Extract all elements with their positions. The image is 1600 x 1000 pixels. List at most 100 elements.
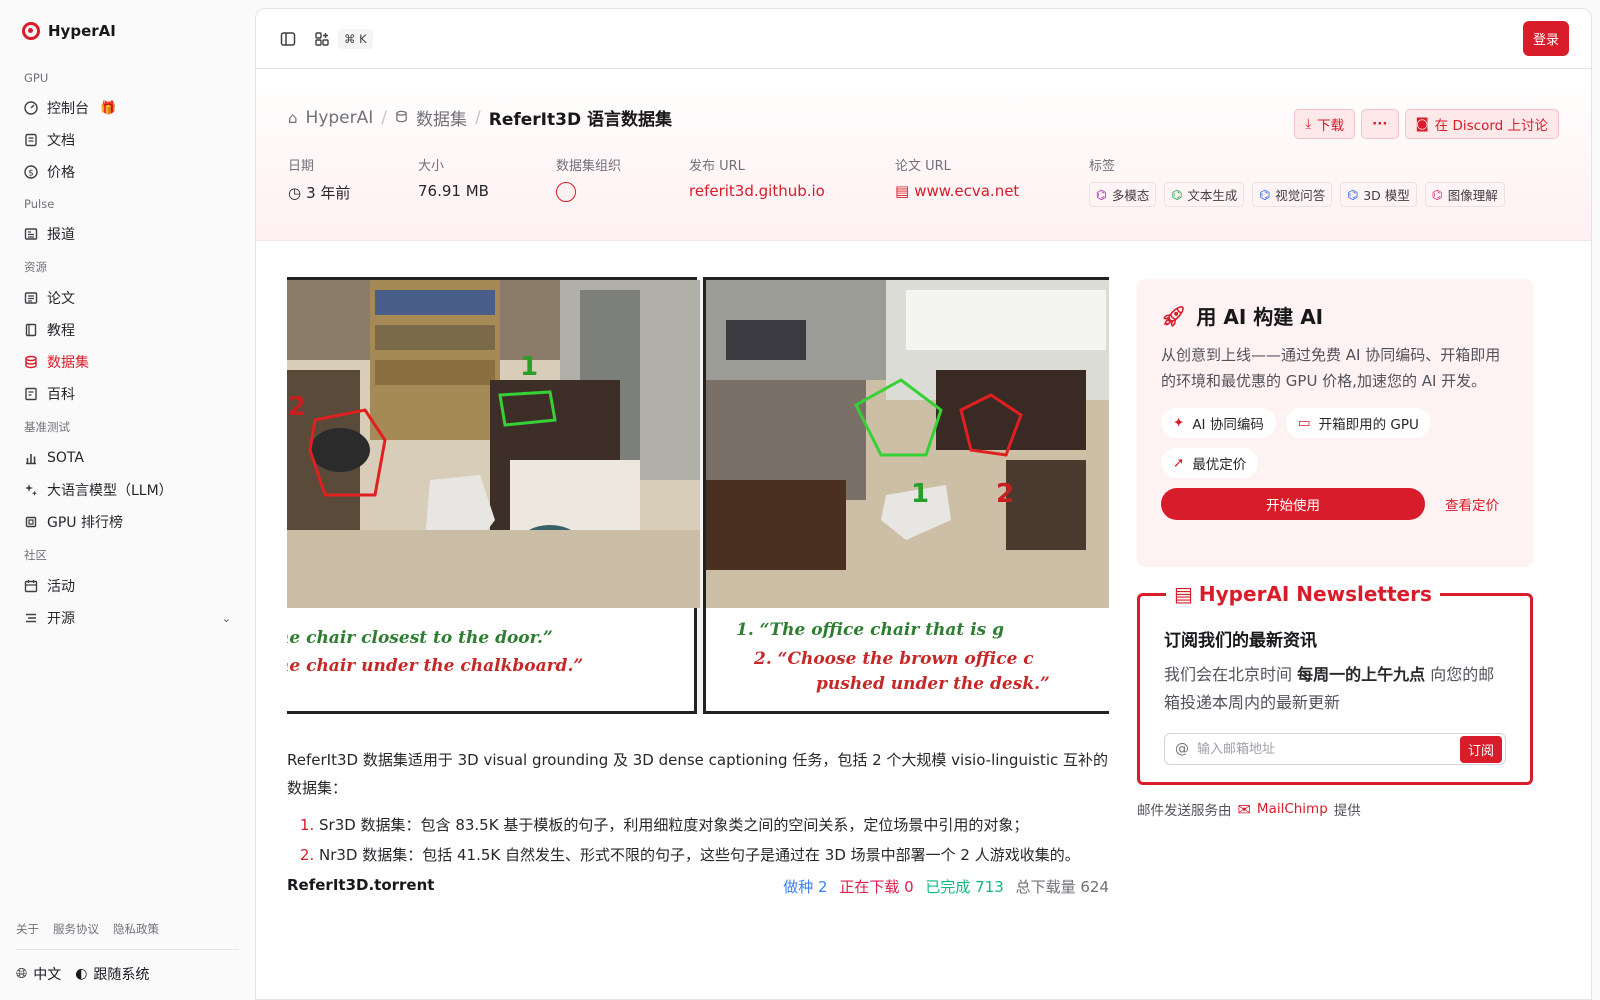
sidebar-item-docs[interactable]: 文档 xyxy=(16,124,239,156)
org-avatar[interactable] xyxy=(556,182,576,202)
sidebar-toggle-icon[interactable] xyxy=(278,29,298,49)
home-icon: ⌂ xyxy=(288,108,298,127)
meta-release-url: 发布 URL referit3d.github.io xyxy=(689,155,825,200)
scene-label: 1 xyxy=(911,479,929,509)
mail-provider-post: 提供 xyxy=(1333,803,1361,819)
breadcrumb-separator: / xyxy=(475,107,481,128)
terms-link[interactable]: 服务协议 xyxy=(53,921,99,937)
sidebar-item-news[interactable]: 报道 xyxy=(16,218,239,250)
scene-label: 2 xyxy=(996,479,1014,509)
section-resources: 资源 xyxy=(24,260,47,274)
sidebar-item-pricing[interactable]: $ 价格 xyxy=(16,156,239,188)
language-switcher[interactable]: 🌐︎ 中文 xyxy=(16,964,61,984)
sidebar-item-opensource[interactable]: 开源 ⌄ xyxy=(16,602,239,634)
right-rail: 🚀︎ 用 AI 构建 AI 从创意到上线——通过免费 AI 协同编码、开箱即用的… xyxy=(1137,279,1533,819)
tag-chip[interactable]: ⌬ 视觉问答 xyxy=(1252,182,1333,207)
meta-org: 数据集组织 xyxy=(556,155,621,202)
tag-chip[interactable]: ⌬ 多模态 xyxy=(1089,182,1157,207)
theme-label: 跟随系统 xyxy=(93,967,150,983)
torrent-name[interactable]: ReferIt3D.torrent xyxy=(287,876,434,897)
chip-label: 最优定价 xyxy=(1192,457,1247,473)
total-downloads: 总下载量 624 xyxy=(1015,878,1109,896)
theme-switcher[interactable]: ◐ 跟随系统 xyxy=(75,964,149,984)
sidebar-item-tutorials[interactable]: 教程 xyxy=(16,314,239,346)
promo-actions: 开始使用 查看定价 xyxy=(1161,488,1509,520)
meta-size: 大小 76.91 MB xyxy=(418,155,489,200)
section-pulse: Pulse xyxy=(24,197,55,211)
dashboard-icon xyxy=(24,101,38,115)
sidebar-item-events[interactable]: 活动 xyxy=(16,570,239,602)
sidebar-item-wiki[interactable]: 百科 xyxy=(16,378,239,410)
tag-chip[interactable]: ⌬ 文本生成 xyxy=(1164,182,1245,207)
brand[interactable]: HyperAI xyxy=(16,0,239,62)
dataset-figure: 2 1 he chair closest to the door.” he ch… xyxy=(287,277,1109,714)
caption-line: pushed under the desk.” xyxy=(816,674,1050,694)
apps-icon[interactable] xyxy=(312,29,332,49)
sidebar-item-sota[interactable]: SOTA xyxy=(16,442,239,474)
top-bar: ⌘ K 登录 xyxy=(256,9,1591,69)
newsletter-title-text: HyperAI Newsletters xyxy=(1198,582,1432,606)
sidebar-footer: 关于 服务协议 隐私政策 🌐︎ 中文 ◐ 跟随系统 xyxy=(16,921,239,1000)
more-button[interactable]: ··· xyxy=(1361,109,1399,139)
file-icon: ▤ xyxy=(895,182,910,200)
meta-date: 日期 ◷ 3 年前 xyxy=(288,155,350,203)
meta-paper-url: 论文 URL ▤ www.ecva.net xyxy=(895,155,1019,200)
promo-title-text: 用 AI 构建 AI xyxy=(1196,305,1324,329)
meta-label: 大小 xyxy=(418,159,445,174)
office-scene-image: 2 1 xyxy=(287,280,700,608)
chevron-down-icon[interactable]: ⌄ xyxy=(222,612,231,625)
promo-description: 从创意到上线——通过免费 AI 协同编码、开箱即用的环境和最优惠的 GPU 价格… xyxy=(1161,346,1501,390)
sidebar-item-label: 论文 xyxy=(47,291,75,307)
tag-icon: ⌬ xyxy=(1259,187,1271,202)
tag-label: 图像理解 xyxy=(1447,188,1498,203)
download-button[interactable]: ⤓ 下载 xyxy=(1294,109,1356,139)
sidebar-item-label: 数据集 xyxy=(47,355,89,371)
sidebar-item-gpu-leaderboard[interactable]: GPU 排行榜 xyxy=(16,506,239,538)
torrent-row: ReferIt3D.torrent 做种 2 正在下载 0 已完成 713 总下… xyxy=(287,876,1109,897)
breadcrumb-home[interactable]: HyperAI xyxy=(306,108,374,128)
meta-label: 数据集组织 xyxy=(556,159,622,174)
gift-icon: 🎁 xyxy=(100,100,117,116)
header-actions: ⤓ 下载 ··· ◙ 在 Discord 上讨论 xyxy=(1294,109,1559,139)
mailchimp-link[interactable]: MailChimp xyxy=(1257,801,1328,817)
sidebar-item-papers[interactable]: 论文 xyxy=(16,282,239,314)
mail-icon: ✉ xyxy=(1237,799,1251,819)
discord-label: 在 Discord 上讨论 xyxy=(1434,118,1548,134)
breadcrumb-section[interactable]: 数据集 xyxy=(416,105,467,130)
downloading-count: 正在下载 0 xyxy=(839,878,914,896)
login-button[interactable]: 登录 xyxy=(1522,21,1569,56)
newsletter-text-bold: 每周一的上午九点 xyxy=(1297,665,1426,684)
newspaper-icon: ▤ xyxy=(1174,582,1193,606)
download-label: 下载 xyxy=(1317,118,1345,134)
completed-count: 已完成 713 xyxy=(925,878,1004,896)
at-icon: @ xyxy=(1175,741,1189,757)
cpu-icon xyxy=(24,515,38,529)
privacy-link[interactable]: 隐私政策 xyxy=(113,921,159,937)
get-started-button[interactable]: 开始使用 xyxy=(1161,488,1425,520)
discord-button[interactable]: ◙ 在 Discord 上讨论 xyxy=(1404,109,1559,139)
list-item: Nr3D 数据集：包括 41.5K 自然发生、形式不限的句子，这些句子是通过在 … xyxy=(319,840,1109,870)
email-input[interactable] xyxy=(1197,741,1452,757)
tag-icon: ⌬ xyxy=(1171,187,1183,202)
feature-chip: ➚ 最优定价 xyxy=(1161,448,1259,478)
tag-list: ⌬ 多模态 ⌬ 文本生成 ⌬ 视觉问答 ⌬ 3D 模型 ⌬ 图像理解 xyxy=(1089,182,1505,207)
sidebar-item-console[interactable]: 控制台 🎁 xyxy=(16,92,239,124)
newsletter-text: 我们会在北京时间 每周一的上午九点 向您的邮箱投递本周内的最新更新 xyxy=(1164,661,1506,717)
sidebar-item-datasets[interactable]: 数据集 xyxy=(16,346,239,378)
view-pricing-link[interactable]: 查看定价 xyxy=(1445,494,1499,514)
about-link[interactable]: 关于 xyxy=(16,921,39,937)
discord-icon: ◙ xyxy=(1415,116,1429,132)
subscribe-button[interactable]: 订阅 xyxy=(1459,735,1502,763)
dataset-header: ⌂ HyperAI / 数据集 / ReferIt3D 语言数据集 ⤓ 下载 ··… xyxy=(256,69,1591,241)
paper-icon xyxy=(24,291,38,305)
main-panel: ⌘ K 登录 ⌂ HyperAI / 数据集 / ReferIt3D 语言数据集… xyxy=(255,8,1592,1000)
dataset-list: Sr3D 数据集：包含 83.5K 基于模板的句子，利用细粒度对象类之间的空间关… xyxy=(287,810,1109,870)
paper-url-link[interactable]: www.ecva.net xyxy=(914,182,1019,200)
command-shortcut[interactable]: ⌘ K xyxy=(338,28,373,49)
email-field: @ 订阅 xyxy=(1164,733,1506,765)
dataset-description: ReferIt3D 数据集适用于 3D visual grounding 及 3… xyxy=(287,751,1108,797)
release-url-link[interactable]: referit3d.github.io xyxy=(689,182,825,200)
tag-chip[interactable]: ⌬ 图像理解 xyxy=(1424,182,1505,207)
tag-chip[interactable]: ⌬ 3D 模型 xyxy=(1340,182,1417,207)
sidebar-item-llm[interactable]: 大语言模型（LLM） xyxy=(16,474,239,506)
